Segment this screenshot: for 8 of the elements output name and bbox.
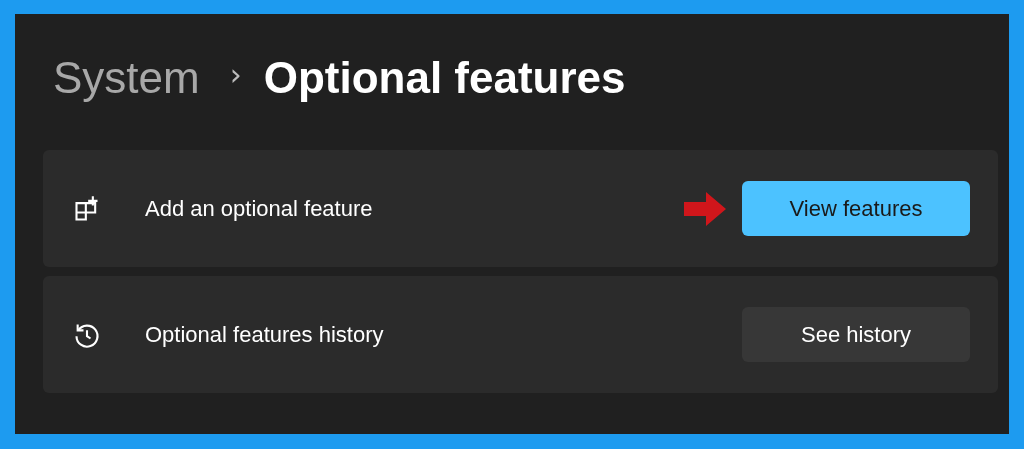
card-label: Optional features history	[145, 321, 385, 348]
breadcrumb-link[interactable]: System	[53, 52, 200, 103]
chevron-icon: ›	[229, 57, 242, 92]
see-history-button[interactable]: See history	[742, 307, 970, 362]
page-title: Optional features	[263, 52, 626, 103]
view-features-button[interactable]: View features	[742, 181, 970, 236]
card-label: Add an optional feature	[145, 195, 374, 222]
add-feature-icon	[73, 194, 101, 223]
